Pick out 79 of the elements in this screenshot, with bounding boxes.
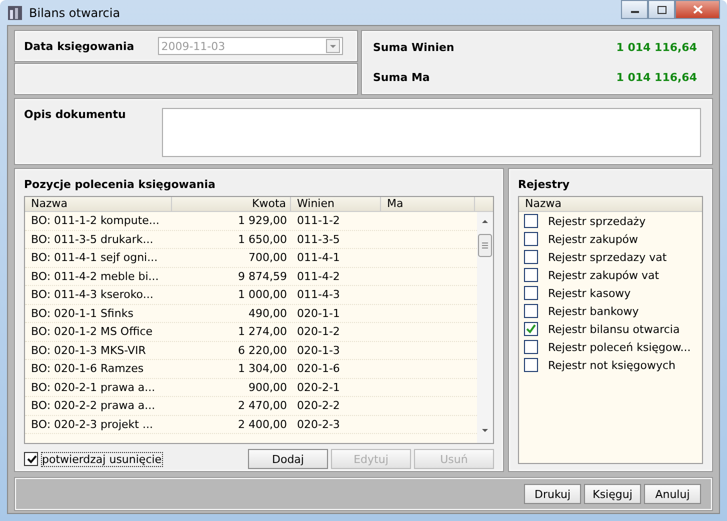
- checkbox-icon[interactable]: [524, 340, 538, 354]
- maximize-icon: [656, 6, 666, 14]
- table-cell-text: 020-2-3: [296, 418, 341, 431]
- table-cell-text: BO: 011-4-1 sejf ogni...: [30, 251, 159, 264]
- description-label: Opis dokumentu: [24, 108, 127, 123]
- table-cell-text: 1 274,00: [237, 325, 288, 338]
- table-cell-text: 011-4-1: [296, 251, 341, 264]
- table-cell-text: BO: 011-4-2 meble bi...: [30, 270, 160, 283]
- table-cell-text: 1 929,00: [237, 214, 288, 228]
- positions-title: Pozycje polecenia księgowania: [24, 178, 216, 191]
- table-cell-text: BO: 020-2-2 prawa a...: [30, 399, 156, 412]
- footer-button[interactable]: Anuluj: [644, 484, 701, 504]
- table-cell-text: BO: 011-4-3 kseroko...: [30, 288, 154, 302]
- close-icon: [692, 5, 702, 14]
- table-cell-text: BO: 020-1-3 MKS-VIR: [30, 344, 147, 357]
- table-cell-text: 011-3-5: [296, 232, 341, 246]
- checkbox-icon[interactable]: [524, 322, 538, 336]
- checkbox-icon[interactable]: [524, 304, 538, 318]
- footer-button[interactable]: Księguj: [584, 484, 641, 504]
- checkbox-icon[interactable]: [524, 286, 538, 300]
- window-title: Bilans otwarcia: [29, 6, 120, 20]
- table-cell-text: BO: 020-2-3 projekt ...: [30, 418, 154, 431]
- total-value: 1 014 116,64: [616, 71, 697, 84]
- total-label: Suma Ma: [373, 71, 430, 84]
- register-label[interactable]: Rejestr poleceń księgow...: [548, 340, 691, 354]
- table-cell-text: BO: 020-1-6 Ramzes: [30, 362, 145, 376]
- register-label[interactable]: Rejestr zakupów: [548, 232, 638, 246]
- table-cell-text: 020-1-2: [296, 325, 341, 338]
- table-cell-text: BO: 020-1-1 Sfinks: [30, 306, 134, 320]
- table-cell-text: 020-2-2: [296, 399, 341, 412]
- table-cell-text: 011-1-2: [296, 214, 341, 228]
- maximize-button[interactable]: [648, 0, 675, 19]
- close-button[interactable]: [675, 0, 720, 19]
- table-cell-text: 1 650,00: [237, 232, 288, 246]
- footer-button[interactable]: Drukuj: [524, 484, 581, 504]
- checkbox-icon[interactable]: [524, 250, 538, 264]
- minimize-button[interactable]: [621, 0, 648, 19]
- table-cell-text: 020-1-6: [296, 362, 341, 376]
- register-label[interactable]: Rejestr zakupów vat: [548, 268, 660, 282]
- register-label[interactable]: Rejestr kasowy: [548, 286, 631, 300]
- checkbox-icon[interactable]: [524, 268, 538, 282]
- table-cell-text: BO: 020-1-2 MS Office: [30, 325, 154, 338]
- total-label: Suma Winien: [373, 40, 454, 54]
- register-label[interactable]: Rejestr not księgowych: [548, 358, 676, 372]
- action-button[interactable]: Dodaj: [248, 449, 328, 469]
- table-cell-text: 2 470,00: [237, 399, 288, 412]
- table-cell-text: 490,00: [248, 306, 288, 320]
- app-icon: [7, 4, 23, 20]
- column-header[interactable]: Kwota: [172, 197, 291, 211]
- table-cell-text: 020-2-1: [296, 380, 341, 394]
- table-cell-text: BO: 020-2-1 prawa a...: [30, 380, 156, 394]
- table-cell-text: 2 400,00: [237, 418, 288, 431]
- table-cell-text: 1 304,00: [237, 362, 288, 376]
- register-label[interactable]: Rejestr bankowy: [548, 304, 639, 318]
- scrollbar[interactable]: [477, 212, 493, 443]
- total-value: 1 014 116,64: [616, 40, 697, 54]
- table-cell-text: 020-1-1: [296, 306, 341, 320]
- table-cell-text: 011-4-2: [296, 270, 341, 283]
- register-label[interactable]: Rejestr sprzedaży: [548, 214, 646, 228]
- table-cell-text: 6 220,00: [237, 344, 288, 357]
- table-cell-text: 011-4-3: [296, 288, 341, 302]
- column-header[interactable]: Nazwa: [25, 197, 172, 211]
- checkbox-icon[interactable]: [524, 214, 538, 228]
- register-label[interactable]: Rejestr sprzedazy vat: [548, 250, 667, 264]
- checkbox-icon[interactable]: [524, 358, 538, 372]
- date-label: Data księgowania: [24, 40, 134, 52]
- table-cell-text: 020-1-3: [296, 344, 341, 357]
- registers-title: Rejestry: [518, 178, 571, 191]
- table-cell-text: BO: 011-3-5 drukark...: [30, 232, 154, 246]
- column-header[interactable]: Winien: [291, 197, 381, 211]
- table-cell-text: 1 000,00: [237, 288, 288, 302]
- register-label[interactable]: Rejestr bilansu otwarcia: [548, 322, 680, 336]
- table-cell-text: 700,00: [248, 251, 288, 264]
- column-header[interactable]: Ma: [381, 197, 475, 211]
- checkbox-icon[interactable]: [524, 232, 538, 246]
- description-field[interactable]: [162, 108, 701, 157]
- table-cell-text: 900,00: [248, 380, 288, 394]
- table-cell-text: 9 874,59: [237, 270, 288, 283]
- table-cell-text: BO: 011-1-2 kompute...: [30, 214, 160, 228]
